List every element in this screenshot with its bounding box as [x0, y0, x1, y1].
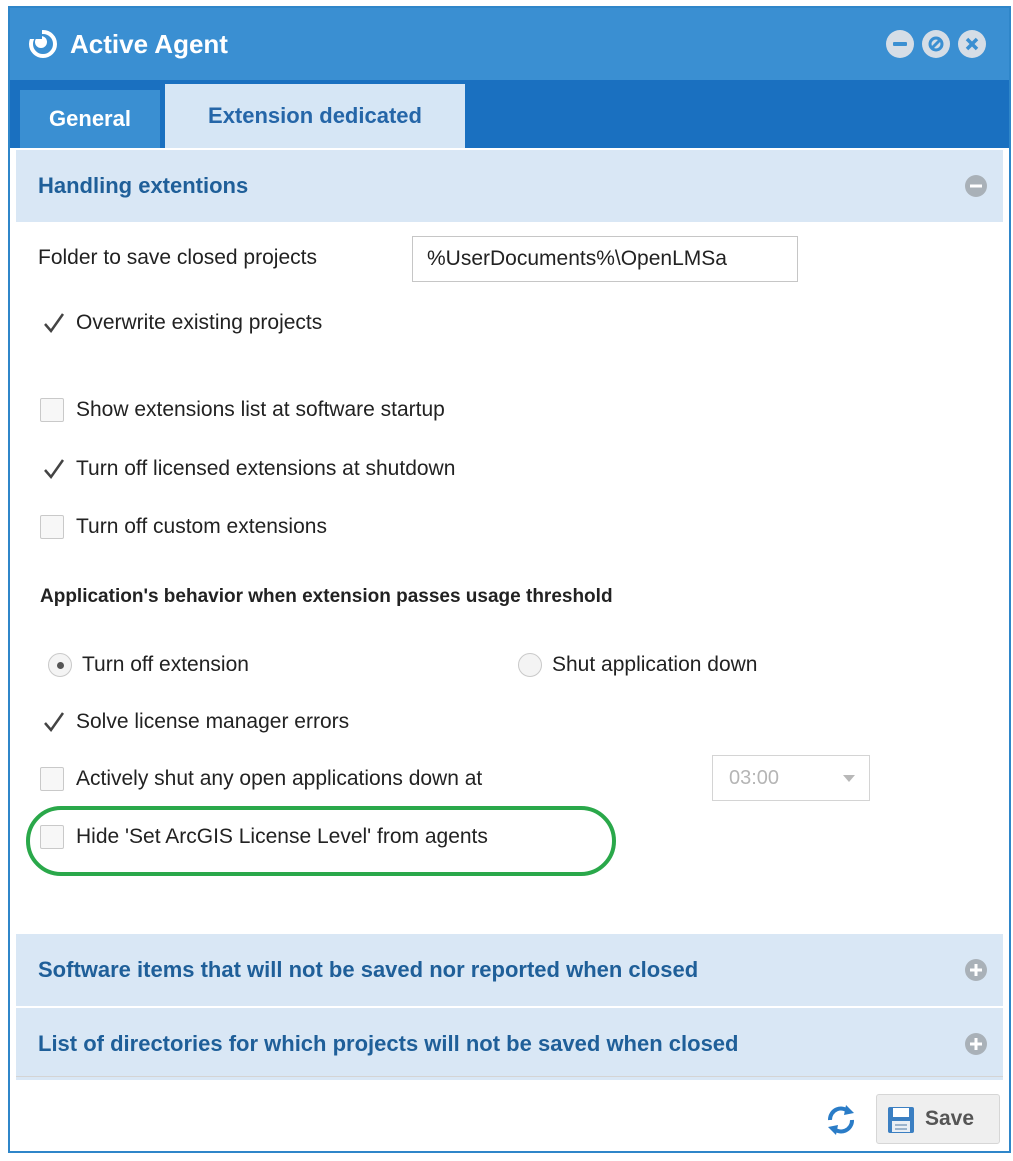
footer-divider: [16, 1076, 1003, 1077]
checkbox-unchecked[interactable]: [40, 515, 64, 539]
section-handling-extensions[interactable]: Handling extentions: [16, 150, 1003, 222]
window-title: Active Agent: [70, 29, 228, 59]
section-title: Handling extentions: [38, 173, 249, 198]
refresh-icon[interactable]: [822, 1100, 860, 1140]
tab-extension-dedicated[interactable]: Extension dedicated: [165, 84, 465, 148]
floppy-disk-icon: [888, 1107, 914, 1133]
section-directories[interactable]: List of directories for which projects w…: [16, 1008, 1003, 1080]
checkbox-checked[interactable]: [40, 457, 65, 481]
radio-unselected[interactable]: [518, 653, 542, 677]
tab-general[interactable]: General: [20, 90, 160, 148]
checkbox-label: Turn off custom extensions: [76, 515, 327, 538]
select-value: 03:00: [729, 767, 780, 789]
expand-icon[interactable]: [965, 1033, 987, 1055]
collapse-icon[interactable]: [965, 175, 987, 197]
save-label: Save: [925, 1107, 975, 1130]
restore-icon[interactable]: [922, 30, 950, 58]
checkbox-label: Turn off licensed extensions at shutdown: [76, 457, 456, 480]
checkbox-checked[interactable]: [40, 710, 65, 734]
folder-label: Folder to save closed projects: [38, 246, 317, 269]
checkbox-unchecked[interactable]: [40, 398, 64, 422]
section-title: Software items that will not be saved no…: [38, 957, 699, 982]
chevron-down-icon: [843, 775, 855, 782]
close-icon[interactable]: [958, 30, 986, 58]
highlight-annotation: [26, 806, 616, 876]
expand-icon[interactable]: [965, 959, 987, 981]
checkbox-checked[interactable]: [40, 311, 65, 335]
shutdown-time-select[interactable]: 03:00: [712, 755, 870, 801]
checkbox-label: Overwrite existing projects: [76, 311, 323, 334]
checkbox-label: Actively shut any open applications down…: [76, 767, 483, 790]
checkbox-label: Solve license manager errors: [76, 710, 350, 733]
radio-label: Shut application down: [552, 653, 758, 676]
section-software-items[interactable]: Software items that will not be saved no…: [16, 934, 1003, 1006]
agent-logo-icon: [28, 29, 57, 58]
folder-path-input[interactable]: %UserDocuments%\OpenLMSa: [412, 236, 798, 282]
checkbox-unchecked[interactable]: [40, 767, 64, 791]
radio-label: Turn off extension: [82, 653, 249, 676]
title-bar[interactable]: Active Agent: [10, 8, 1009, 80]
checkbox-label: Show extensions list at software startup: [76, 398, 445, 421]
section-title: List of directories for which projects w…: [38, 1031, 739, 1056]
save-button[interactable]: Save: [876, 1094, 1000, 1144]
minimize-icon[interactable]: [886, 30, 914, 58]
active-agent-window: Active Agent General Extension dedicated…: [8, 6, 1011, 1153]
threshold-heading: Application's behavior when extension pa…: [40, 586, 613, 607]
radio-selected[interactable]: [48, 653, 72, 677]
tab-bar: General Extension dedicated: [10, 80, 1009, 148]
